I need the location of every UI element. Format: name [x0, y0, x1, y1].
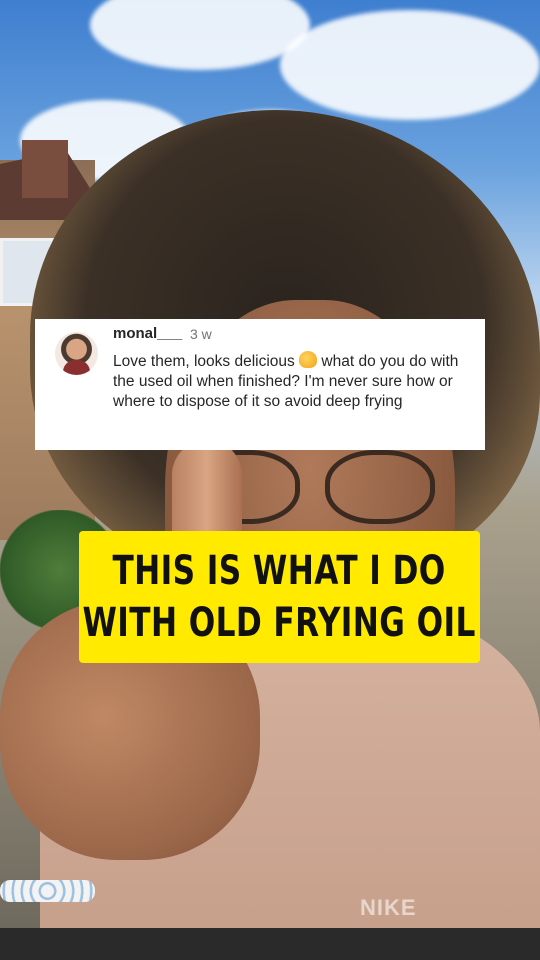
hoodie-logo: NIKE — [360, 895, 417, 920]
waving-hand-icon — [299, 351, 318, 368]
glasses-right-lens — [325, 450, 435, 524]
caption-text: THIS IS WHAT I DO WITH OLD FRYING OIL — [83, 545, 476, 649]
cloud — [280, 10, 540, 120]
comment-text: Love them, looks delicious what do you d… — [113, 351, 473, 412]
video-frame[interactable]: NIKE — [0, 0, 540, 928]
avatar[interactable] — [55, 332, 98, 375]
comment-timestamp: 3 w — [190, 326, 212, 342]
chimney — [22, 140, 68, 198]
avatar-shirt — [63, 360, 90, 375]
comment-username[interactable]: monal___ — [113, 325, 182, 342]
cloud — [90, 0, 310, 70]
comment-text-start: Love them, looks delicious — [113, 353, 300, 370]
bottom-bar — [0, 928, 540, 960]
comment-card[interactable]: monal___ 3 w Love them, looks delicious … — [35, 319, 485, 450]
caption-line-1: THIS IS WHAT I DO — [112, 548, 447, 594]
bracelet — [0, 880, 95, 902]
caption-banner: THIS IS WHAT I DO WITH OLD FRYING OIL — [79, 531, 480, 663]
caption-line-2: WITH OLD FRYING OIL — [82, 600, 477, 646]
